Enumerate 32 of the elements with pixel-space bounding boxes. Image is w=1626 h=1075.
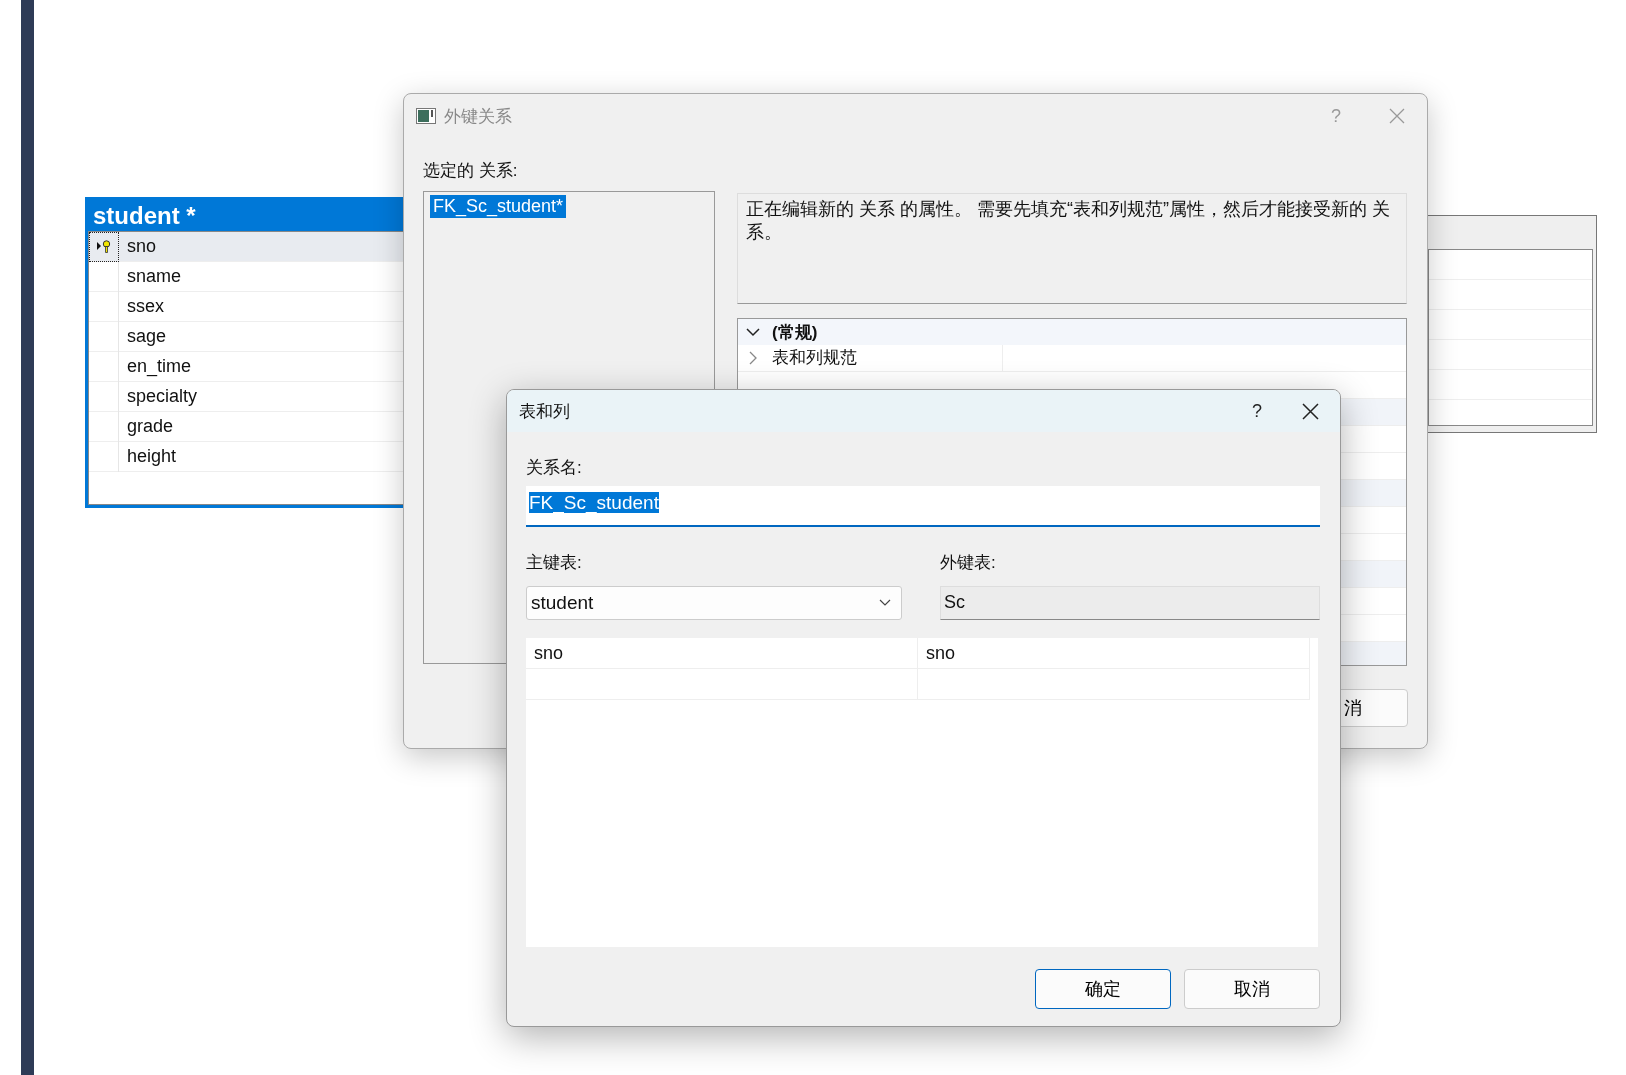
- close-icon: [1389, 108, 1405, 124]
- column-name: en_time: [126, 356, 192, 377]
- window-title: 外键关系: [444, 105, 512, 128]
- category-label: (常规): [771, 321, 818, 344]
- window-title: 表和列: [519, 400, 570, 423]
- description-text: 正在编辑新的 关系 的属性。 需要先填充“表和列规范”属性，然后才能接受新的 关系。: [737, 193, 1407, 304]
- close-icon: [1301, 402, 1319, 420]
- relation-item[interactable]: FK_Sc_student*: [430, 195, 567, 218]
- field-label: 主键表:: [526, 552, 583, 574]
- column-name: sname: [126, 266, 182, 287]
- field-label: 外键表:: [940, 552, 997, 574]
- cancel-button[interactable]: 取消: [1184, 969, 1320, 1009]
- column-name: ssex: [126, 296, 164, 317]
- name-field[interactable]: FK_Sc_student: [526, 486, 1320, 527]
- column-name: height: [126, 446, 177, 467]
- ok-button[interactable]: 确定: [1035, 969, 1171, 1009]
- column-name: specialty: [126, 386, 198, 407]
- chevron-icon: [746, 327, 760, 337]
- column-name: sno: [126, 236, 157, 257]
- window-icon: [416, 108, 436, 124]
- field-label: 关系名:: [526, 457, 583, 479]
- table-cell[interactable]: sno: [918, 638, 1310, 668]
- property-name: 表和列规范: [768, 345, 1003, 371]
- table-dropdown[interactable]: student: [526, 586, 902, 620]
- help-button[interactable]: ?: [1234, 400, 1280, 422]
- column-name: grade: [126, 416, 174, 437]
- chevron-icon: [879, 599, 891, 607]
- table-cell[interactable]: sno: [526, 638, 918, 668]
- table-title: student *: [92, 201, 197, 231]
- table-field: Sc: [940, 586, 1320, 620]
- column-name: sage: [126, 326, 167, 347]
- list-label: 选定的 关系:: [423, 160, 519, 182]
